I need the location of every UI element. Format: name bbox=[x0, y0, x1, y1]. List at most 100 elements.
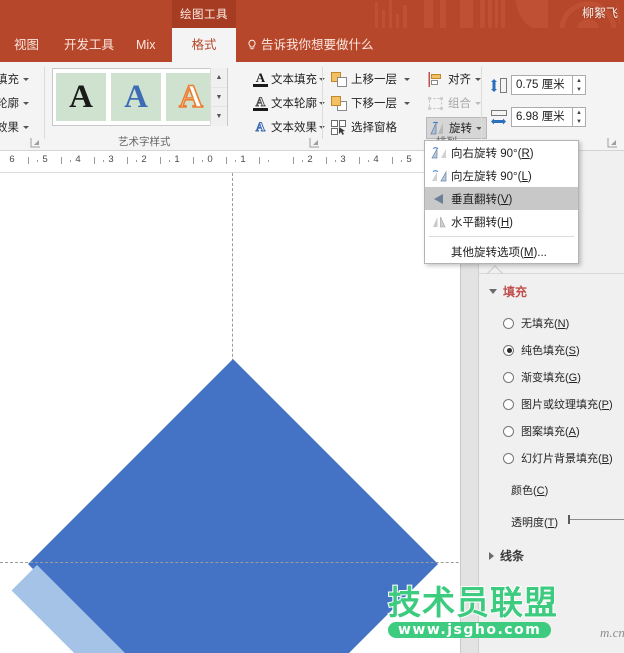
size-dialog-launcher[interactable] bbox=[607, 137, 618, 148]
transparency-slider-knob[interactable] bbox=[568, 515, 570, 524]
shape-width-spinner[interactable]: ▲ ▼ bbox=[573, 107, 586, 127]
chevron-down-icon bbox=[404, 77, 410, 81]
ruler-tick: 3 bbox=[108, 154, 114, 165]
ruler-minor-tick bbox=[193, 157, 194, 164]
shape-width-input[interactable]: 6.98 厘米 bbox=[511, 107, 573, 127]
ruler-tick: 6 bbox=[9, 154, 15, 165]
wordart-sample-2[interactable]: A bbox=[111, 73, 161, 121]
chevron-down-icon bbox=[23, 125, 29, 129]
align-icon bbox=[428, 71, 444, 87]
ruler-tick: 5 bbox=[406, 154, 412, 165]
radio-icon[interactable] bbox=[503, 425, 514, 437]
spin-down-icon[interactable]: ▼ bbox=[573, 117, 585, 126]
wordart-group-label: 艺术字样式 bbox=[118, 136, 171, 148]
scroll-down-icon[interactable]: ▼ bbox=[211, 87, 227, 108]
spin-up-icon[interactable]: ▲ bbox=[573, 108, 585, 117]
tab-developer[interactable]: 开发工具 bbox=[54, 28, 124, 62]
shape-outline-button[interactable]: 轮廓 bbox=[0, 95, 29, 111]
tab-mix[interactable]: Mix bbox=[126, 28, 165, 62]
fill-option-none[interactable]: 无填充(N) bbox=[503, 315, 569, 331]
ruler-tick: 4 bbox=[75, 154, 81, 165]
shape-effects-button[interactable]: 效果 bbox=[0, 119, 29, 135]
spin-down-icon[interactable]: ▼ bbox=[573, 85, 585, 94]
decorative-pattern bbox=[375, 0, 620, 28]
menu-item-flip-horizontal[interactable]: 水平翻转(H) bbox=[425, 210, 578, 233]
ruler-dot bbox=[368, 160, 369, 162]
fill-option-slide-background[interactable]: 幻灯片背景填充(B) bbox=[503, 450, 613, 466]
menu-item-more-rotation-options[interactable]: 其他旋转选项(M)... bbox=[425, 240, 578, 263]
radio-icon[interactable] bbox=[503, 344, 514, 356]
shape-height-spinner[interactable]: ▲ ▼ bbox=[573, 75, 586, 95]
bring-forward-button[interactable]: 上移一层 bbox=[331, 71, 410, 87]
menu-item-rotate-left[interactable]: 向左旋转 90°(L) bbox=[425, 164, 578, 187]
selection-pane-icon bbox=[331, 119, 347, 135]
align-button[interactable]: 对齐 bbox=[428, 71, 481, 87]
fill-section-header[interactable]: 填充 bbox=[489, 283, 527, 300]
shape-height-input[interactable]: 0.75 厘米 bbox=[511, 75, 573, 95]
selection-pane-button[interactable]: 选择窗格 bbox=[331, 119, 397, 135]
transparency-slider[interactable] bbox=[569, 519, 624, 520]
fill-color-label[interactable]: 颜色(C) bbox=[511, 482, 548, 498]
line-section-header[interactable]: 线条 bbox=[489, 547, 524, 564]
fill-option-picture[interactable]: 图片或纹理填充(P) bbox=[503, 396, 613, 412]
fill-transparency-label: 透明度(T) bbox=[511, 517, 559, 529]
fill-option-label: 无填充(N) bbox=[521, 318, 570, 330]
tab-format[interactable]: 格式 bbox=[172, 28, 236, 62]
ruler-minor-tick bbox=[28, 157, 29, 164]
shape-outline-label: 轮廓 bbox=[0, 98, 19, 110]
text-effects-icon: A bbox=[255, 119, 266, 135]
radio-icon[interactable] bbox=[503, 398, 514, 410]
fill-option-solid[interactable]: 纯色填充(S) bbox=[503, 342, 580, 358]
group-separator bbox=[322, 67, 323, 139]
wordart-sample-1[interactable]: A bbox=[56, 73, 106, 121]
slide-canvas[interactable] bbox=[0, 173, 478, 653]
send-backward-button[interactable]: 下移一层 bbox=[331, 95, 410, 111]
ruler-dot bbox=[103, 160, 104, 162]
fill-option-label: 图案填充(A) bbox=[521, 426, 580, 438]
spin-up-icon[interactable]: ▲ bbox=[573, 76, 585, 85]
shape-height-row: 0.75 厘米 ▲ ▼ bbox=[490, 75, 586, 95]
gallery-more-icon[interactable]: ▼ bbox=[211, 107, 227, 127]
wordart-dialog-launcher[interactable] bbox=[309, 137, 320, 148]
rotate-right-icon bbox=[429, 145, 451, 161]
tell-me-box[interactable]: 告诉我你想要做什么 bbox=[246, 28, 374, 62]
wordart-sample-3[interactable]: A bbox=[166, 73, 216, 121]
send-backward-icon bbox=[331, 95, 347, 111]
scroll-up-icon[interactable]: ▲ bbox=[211, 68, 227, 88]
ruler-dot bbox=[335, 160, 336, 162]
bring-forward-icon bbox=[331, 71, 347, 87]
rotate-dropdown-menu[interactable]: 向右旋转 90°(R) 向左旋转 90°(L) 垂直翻转(V) 水平翻转(H) … bbox=[424, 140, 579, 264]
radio-icon[interactable] bbox=[503, 317, 514, 329]
text-outline-button[interactable]: A 文本轮廓 bbox=[253, 93, 325, 111]
menu-divider bbox=[429, 236, 574, 237]
diamond-shape[interactable] bbox=[28, 359, 438, 653]
ruler-minor-tick bbox=[259, 157, 260, 164]
ruler-minor-tick bbox=[326, 157, 327, 164]
wordart-styles-gallery[interactable]: A A A bbox=[52, 68, 228, 126]
radio-icon[interactable] bbox=[503, 371, 514, 383]
menu-item-rotate-right[interactable]: 向右旋转 90°(R) bbox=[425, 141, 578, 164]
menu-item-flip-vertical[interactable]: 垂直翻转(V) bbox=[425, 187, 578, 210]
chevron-down-icon bbox=[404, 101, 410, 105]
wordart-gallery-scroll[interactable]: ▲ ▼ ▼ bbox=[210, 68, 227, 127]
group-separator bbox=[481, 67, 482, 139]
fill-option-pattern[interactable]: 图案填充(A) bbox=[503, 423, 580, 439]
ruler-dot bbox=[401, 160, 402, 162]
fill-section-label: 填充 bbox=[503, 285, 528, 299]
ruler-dot bbox=[70, 160, 71, 162]
text-fill-button[interactable]: A 文本填充 bbox=[253, 70, 325, 87]
ruler-tick: 1 bbox=[174, 154, 180, 165]
user-name[interactable]: 柳絮飞 bbox=[582, 4, 618, 21]
ruler-minor-tick bbox=[94, 157, 95, 164]
text-effects-label: 文本效果 bbox=[271, 122, 317, 134]
shape-fill-button[interactable]: 填充 bbox=[0, 71, 29, 87]
shape-styles-dialog-launcher[interactable] bbox=[30, 137, 41, 148]
text-effects-button[interactable]: A 文本效果 bbox=[253, 119, 325, 135]
fill-option-gradient[interactable]: 渐变填充(G) bbox=[503, 369, 581, 385]
fill-option-label: 纯色填充(S) bbox=[521, 345, 580, 357]
menu-item-label: 水平翻转(H) bbox=[451, 216, 513, 229]
ruler-minor-tick bbox=[293, 157, 294, 164]
ruler-dot bbox=[302, 160, 303, 162]
radio-icon[interactable] bbox=[503, 452, 514, 464]
tab-view[interactable]: 视图 bbox=[4, 28, 49, 62]
